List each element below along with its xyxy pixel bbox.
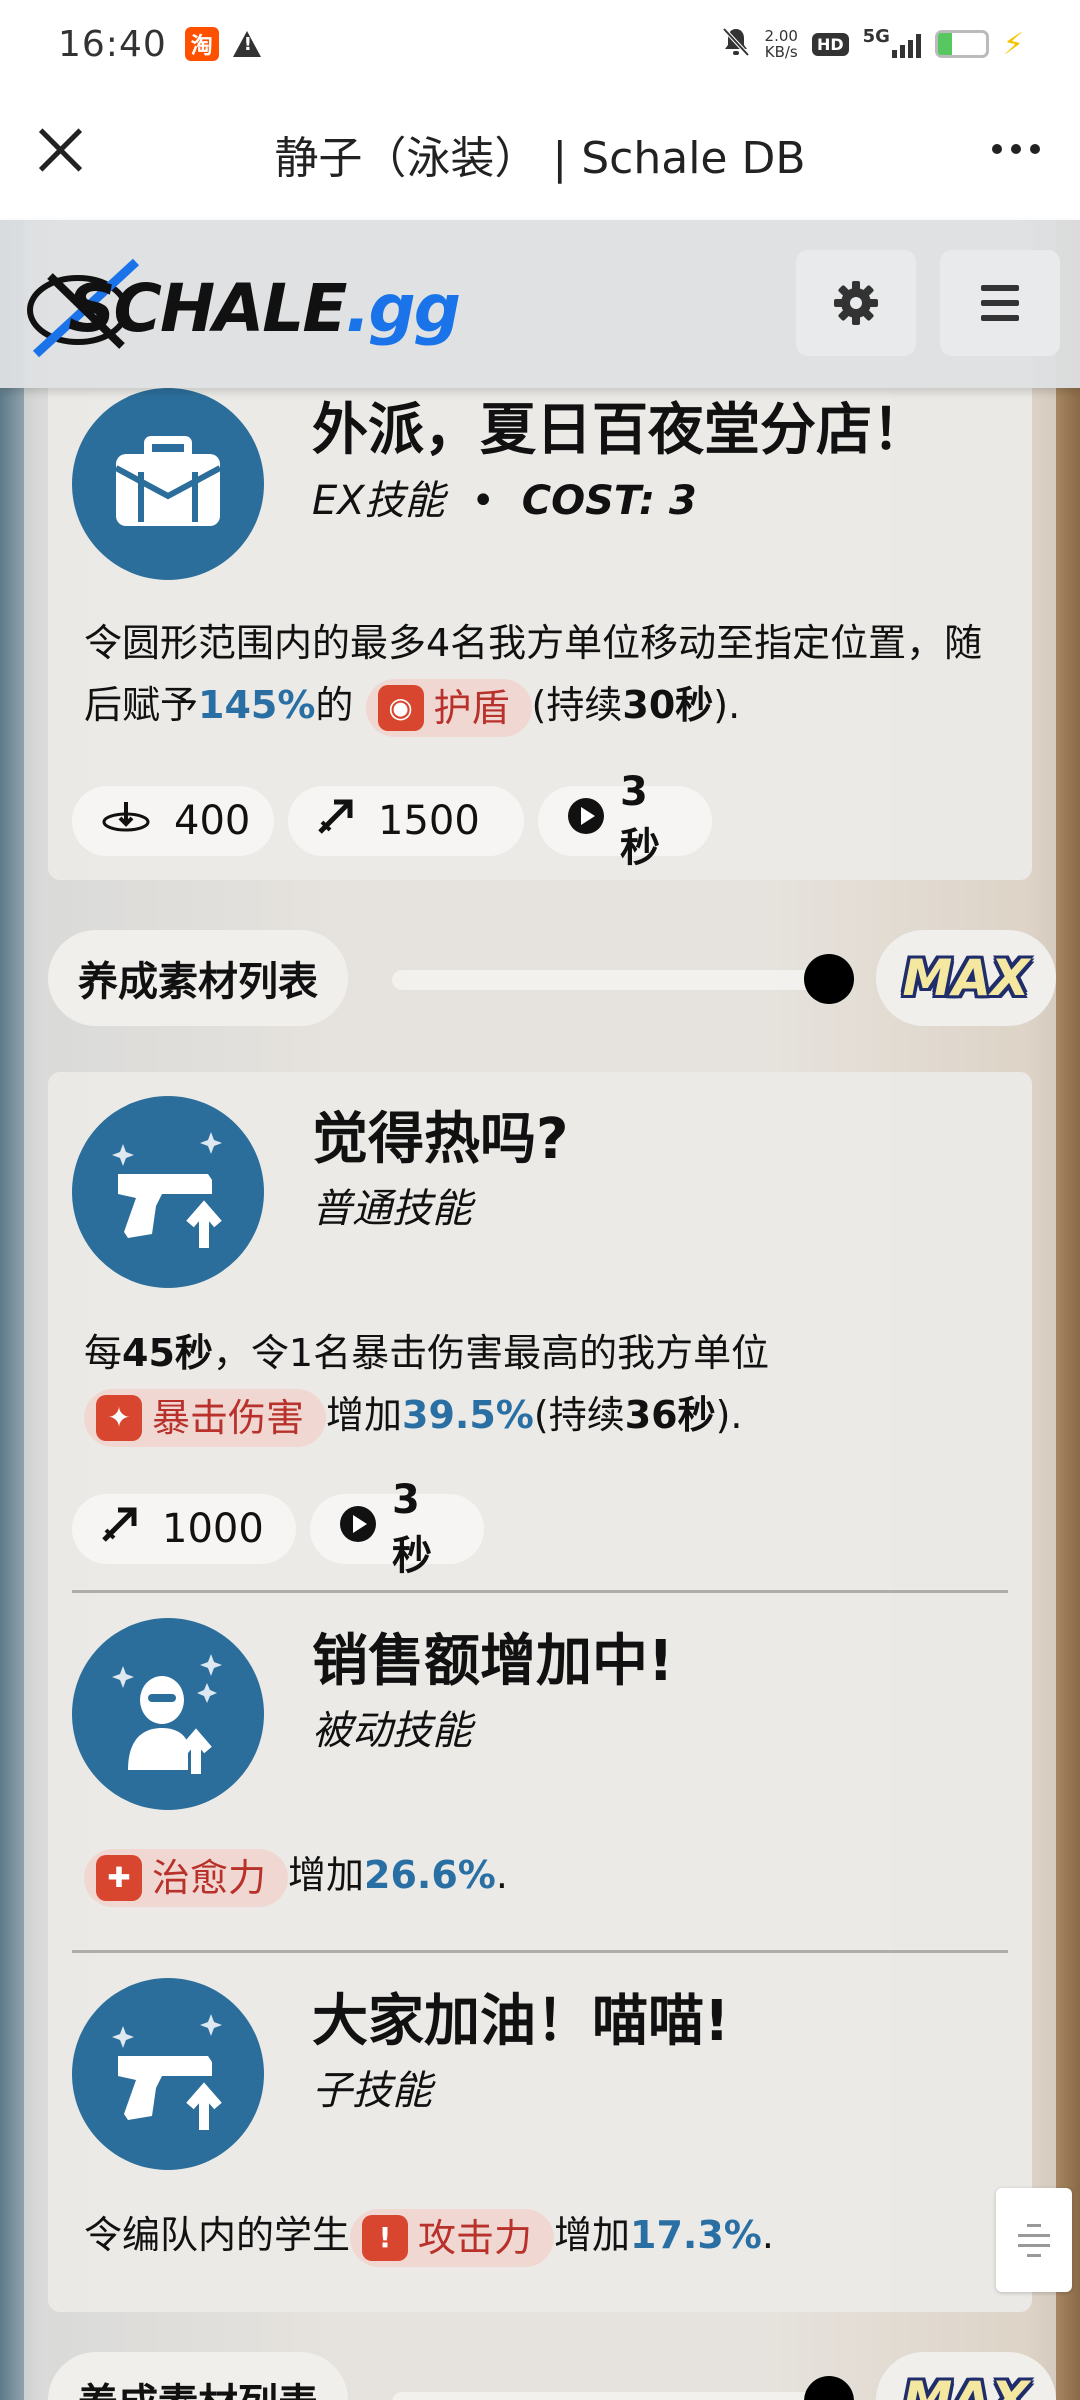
menu-button[interactable]	[940, 250, 1060, 356]
shield-icon: ◉	[377, 684, 424, 731]
gun-skill-icon	[72, 1978, 264, 2170]
play-icon	[338, 1504, 378, 1554]
normal-skill-type: 普通技能	[312, 1186, 472, 1232]
page-title: 静子（泳装） | Schale DB	[274, 133, 806, 184]
divider	[72, 1590, 1008, 1593]
normal-range-stat: 1000	[72, 1494, 296, 1564]
taobao-notification-icon: 淘	[184, 27, 219, 61]
ex-skill-description: 令圆形范围内的最多4名我方单位移动至指定位置，随后赋予145%的 ◉ 护盾 (持续3…	[84, 612, 1004, 737]
site-header: SCHALE.gg	[0, 220, 1080, 388]
sub-skill-type: 子技能	[312, 2068, 432, 2114]
materials-slider-bar: 养成素材列表 MAX	[48, 930, 1056, 1026]
skills-card: 觉得热吗? 普通技能 每45秒，令1名暴击伤害最高的我方单位 ✦ 暴击伤害 增加39…	[48, 1072, 1032, 2312]
gear-icon	[834, 281, 878, 325]
signal-icon: 5G	[863, 28, 921, 58]
settings-button[interactable]	[796, 250, 916, 356]
area-target-icon	[100, 798, 152, 844]
app-title-bar: 静子（泳装） | Schale DB	[0, 88, 1080, 220]
divider	[72, 1950, 1008, 1953]
passive-skill-type: 被动技能	[312, 1708, 472, 1754]
crit-damage-icon: ✦	[96, 1394, 142, 1441]
heal-skill-icon	[72, 1618, 264, 1810]
battery-icon: 8	[934, 30, 989, 58]
warning-icon	[232, 31, 261, 57]
passive-skill-description: ✚ 治愈力 增加26.6%.	[84, 1844, 1004, 1907]
gun-skill-icon	[72, 1096, 264, 1288]
healing-buff-tag[interactable]: ✚ 治愈力	[84, 1848, 289, 1907]
close-icon[interactable]	[36, 126, 84, 174]
range-arrow-icon	[316, 796, 356, 846]
schale-logo[interactable]: SCHALE.gg	[26, 258, 461, 358]
passive-skill-name: 销售额增加中!	[312, 1629, 674, 1694]
materials-list-button[interactable]: 养成素材列表	[48, 2352, 348, 2400]
range-arrow-icon	[100, 1504, 140, 1554]
mute-bell-icon	[721, 26, 751, 62]
max-level-button[interactable]: MAX	[876, 2352, 1056, 2400]
crit-damage-buff-tag[interactable]: ✦ 暴击伤害	[84, 1388, 327, 1447]
attack-buff-tag[interactable]: ! 攻击力	[350, 2208, 555, 2267]
max-level-button[interactable]: MAX	[876, 930, 1056, 1026]
normal-skill-description: 每45秒，令1名暴击伤害最高的我方单位 ✦ 暴击伤害 增加39.5%(持续36秒).	[84, 1322, 1004, 1447]
duration-stat: 3秒	[538, 769, 712, 871]
level-slider-handle[interactable]	[804, 954, 854, 1004]
ex-skill-type: EX技能 • COST: 3	[312, 478, 697, 524]
healing-icon: ✚	[96, 1854, 142, 1901]
range-stat: 1500	[288, 786, 524, 856]
shield-buff-tag[interactable]: ◉ 护盾	[365, 678, 532, 737]
charging-icon: ⚡	[1002, 26, 1024, 62]
more-options-icon[interactable]	[992, 144, 1040, 154]
ex-skill-name: 外派，夏日百夜堂分店！	[312, 398, 928, 463]
skills-section: 外派，夏日百夜堂分店！ EX技能 • COST: 3 令圆形范围内的最多4名我方…	[24, 220, 1056, 2400]
attack-icon: !	[362, 2214, 409, 2261]
level-slider-track[interactable]	[392, 970, 828, 990]
materials-list-button[interactable]: 养成素材列表	[48, 930, 348, 1026]
level-slider-track[interactable]	[392, 2392, 828, 2400]
network-speed: 2.00 KB/s	[764, 27, 798, 61]
level-slider-handle[interactable]	[804, 2376, 854, 2400]
scroll-handle[interactable]	[996, 2188, 1072, 2292]
normal-duration-stat: 3秒	[310, 1477, 484, 1579]
play-icon	[566, 796, 606, 846]
area-stat: 400	[72, 786, 274, 856]
materials-slider-bar: 养成素材列表 MAX	[48, 2352, 1056, 2400]
normal-skill-name: 觉得热吗?	[312, 1107, 569, 1172]
hamburger-icon	[981, 285, 1019, 321]
sub-skill-description: 令编队内的学生! 攻击力 增加17.3%.	[84, 2204, 1004, 2267]
hd-icon: HD	[811, 32, 849, 56]
sub-skill-name: 大家加油！喵喵!	[312, 1989, 730, 2054]
status-bar: 16:40 淘 2.00KB/s HD 5G 8 ⚡	[0, 0, 1080, 88]
bag-skill-icon	[72, 388, 264, 580]
status-time: 16:40	[58, 23, 167, 65]
